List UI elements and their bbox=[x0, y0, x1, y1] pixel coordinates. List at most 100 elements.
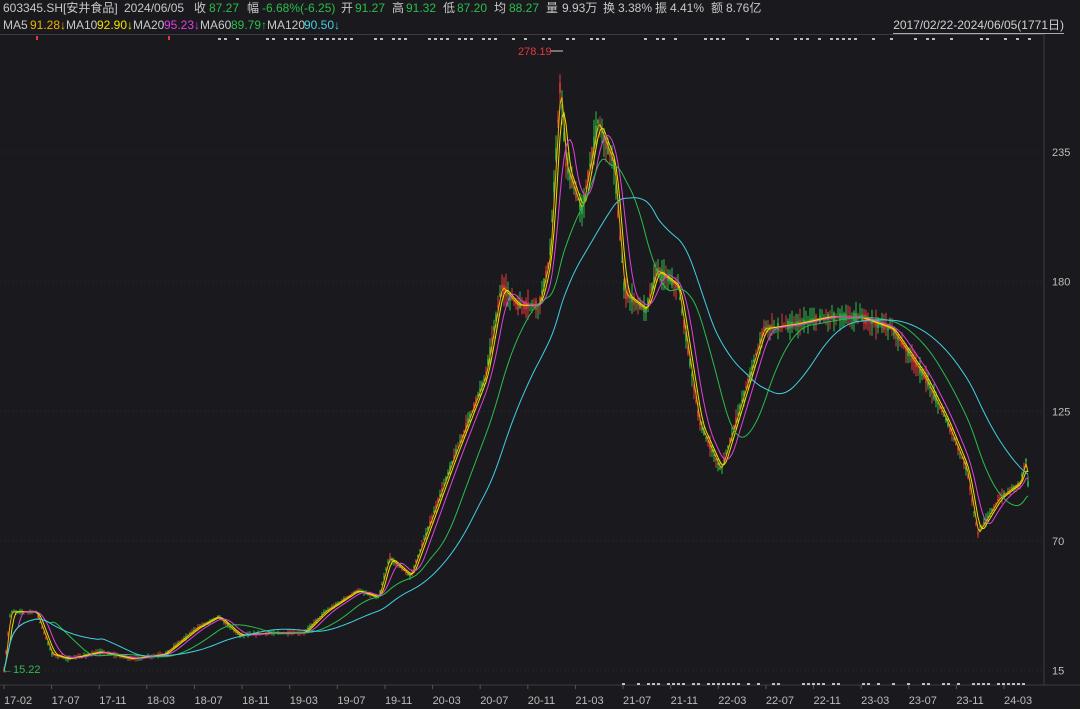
x-tick-label: 21-11 bbox=[671, 695, 698, 707]
event-marker bbox=[710, 38, 713, 40]
event-marker bbox=[644, 38, 647, 40]
ma-line-ma5 bbox=[3, 96, 1029, 671]
event-marker bbox=[722, 38, 725, 40]
volume-marker bbox=[622, 683, 625, 685]
candlestick-chart[interactable]: 235 180 125 70 15 17-02 17-07 17-11 18-03 18-07 1… bbox=[0, 0, 1080, 709]
x-tick-label: 17-02 bbox=[4, 695, 32, 707]
event-marker bbox=[224, 38, 227, 40]
candle-body bbox=[409, 575, 411, 577]
volume-marker bbox=[777, 683, 780, 685]
volume-marker bbox=[682, 683, 685, 685]
volume-marker bbox=[757, 683, 760, 685]
event-marker bbox=[512, 38, 515, 40]
y-tick-label: 70 bbox=[1052, 536, 1064, 548]
candle-body bbox=[977, 532, 979, 535]
x-tick-label: 19-03 bbox=[290, 695, 318, 707]
event-marker bbox=[440, 38, 443, 40]
event-marker bbox=[236, 38, 239, 40]
event-marker bbox=[320, 38, 323, 40]
x-tick-label: 22-03 bbox=[718, 695, 746, 707]
event-marker bbox=[284, 38, 287, 40]
event-marker bbox=[272, 38, 275, 40]
event-marker bbox=[818, 38, 821, 40]
event-marker bbox=[398, 38, 401, 40]
volume-marker bbox=[802, 683, 805, 685]
event-marker bbox=[470, 38, 473, 40]
volume-marker bbox=[817, 683, 820, 685]
volume-marker bbox=[922, 683, 925, 685]
event-marker bbox=[950, 38, 953, 40]
volume-marker bbox=[947, 683, 950, 685]
volume-marker bbox=[1022, 683, 1025, 685]
x-tick-label: 23-03 bbox=[861, 695, 889, 707]
candle-body bbox=[389, 556, 391, 560]
volume-marker bbox=[637, 683, 640, 685]
event-marker bbox=[1004, 38, 1007, 40]
volume-marker bbox=[892, 683, 895, 685]
x-tick-label: 22-07 bbox=[766, 695, 794, 707]
x-tick-label: 24-03 bbox=[1004, 695, 1032, 707]
event-marker bbox=[374, 38, 377, 40]
candle-body bbox=[387, 561, 389, 563]
volume-marker bbox=[832, 683, 835, 685]
candle-body bbox=[559, 82, 561, 94]
volume-marker bbox=[677, 683, 680, 685]
x-tick-label: 21-03 bbox=[575, 695, 603, 707]
event-marker bbox=[392, 38, 395, 40]
event-marker bbox=[806, 38, 809, 40]
event-marker bbox=[494, 38, 497, 40]
ma-line-ma10 bbox=[3, 111, 1029, 671]
volume-marker bbox=[862, 683, 865, 685]
y-tick-label: 15 bbox=[1052, 666, 1064, 678]
volume-marker bbox=[867, 683, 870, 685]
event-marker bbox=[932, 38, 935, 40]
event-marker bbox=[344, 38, 347, 40]
y-tick-label: 180 bbox=[1052, 277, 1070, 289]
x-tick-label: 17-07 bbox=[52, 695, 80, 707]
ma-line-ma120 bbox=[3, 197, 1029, 671]
candle-body bbox=[597, 120, 599, 124]
event-marker bbox=[350, 38, 353, 40]
event-marker bbox=[296, 38, 299, 40]
volume-marker bbox=[747, 683, 750, 685]
event-marker bbox=[872, 38, 875, 40]
event-marker bbox=[836, 38, 839, 40]
event-marker bbox=[926, 38, 929, 40]
volume-marker bbox=[657, 683, 660, 685]
event-marker bbox=[986, 38, 989, 40]
event-marker bbox=[890, 38, 893, 40]
candle-body bbox=[11, 611, 13, 613]
volume-marker bbox=[942, 683, 945, 685]
event-marker bbox=[704, 38, 707, 40]
x-tick-label: 22-11 bbox=[814, 695, 841, 707]
x-tick-label: 18-07 bbox=[194, 695, 222, 707]
event-marker bbox=[770, 38, 773, 40]
event-marker bbox=[776, 38, 779, 40]
event-marker bbox=[848, 38, 851, 40]
y-tick-label: 125 bbox=[1052, 406, 1070, 418]
event-marker bbox=[464, 38, 467, 40]
x-tick-label: 21-07 bbox=[623, 695, 651, 707]
event-marker bbox=[482, 38, 485, 40]
x-tick-label: 20-03 bbox=[433, 695, 461, 707]
volume-marker bbox=[692, 683, 695, 685]
volume-marker bbox=[727, 683, 730, 685]
volume-marker bbox=[957, 683, 960, 685]
event-marker bbox=[314, 38, 317, 40]
event-marker bbox=[572, 38, 575, 40]
x-tick-label: 23-07 bbox=[909, 695, 937, 707]
event-marker bbox=[458, 38, 461, 40]
max-price-label: 278.19 bbox=[518, 46, 552, 58]
volume-marker bbox=[672, 683, 675, 685]
event-marker bbox=[218, 38, 221, 40]
x-tick-label: 20-11 bbox=[528, 695, 555, 707]
event-marker bbox=[542, 38, 545, 40]
candle-body bbox=[699, 423, 701, 426]
volume-marker bbox=[972, 683, 975, 685]
event-marker bbox=[488, 38, 491, 40]
volume-marker bbox=[737, 683, 740, 685]
event-marker bbox=[428, 38, 431, 40]
event-marker bbox=[290, 38, 293, 40]
event-marker bbox=[980, 38, 983, 40]
min-price-label: ←15.22 bbox=[2, 664, 41, 676]
